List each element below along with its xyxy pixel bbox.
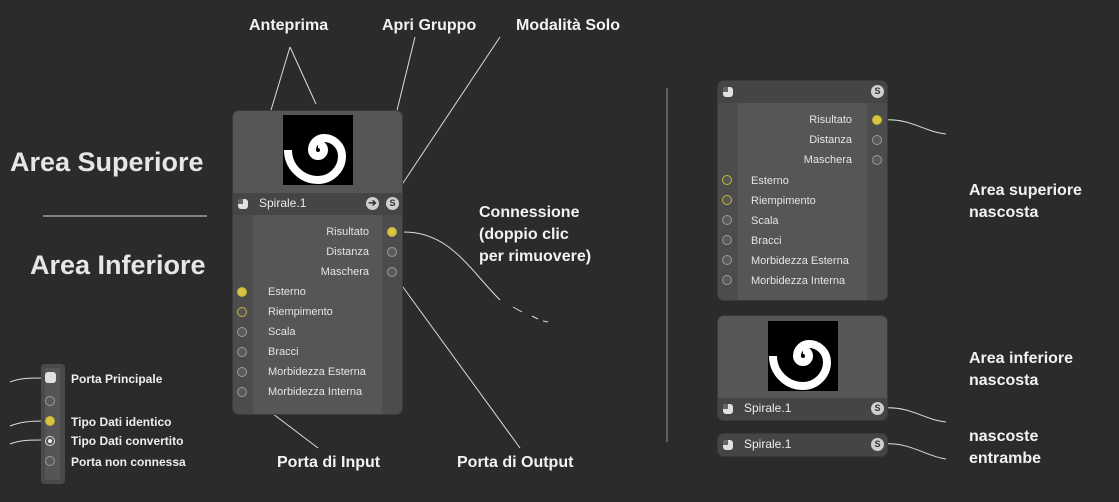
solo-mode-icon[interactable]: S [871,85,884,98]
node-top-hidden[interactable]: S Risultato Distanza Maschera Esterno Ri… [718,81,887,300]
spiral-icon [768,321,838,391]
input-port-esterno[interactable] [237,287,247,297]
callout-nascoste-entrambe: nascoste entrambe [969,426,1041,470]
callout-apri-gruppo: Apri Gruppo [382,17,477,34]
legend-label-tipo-convertito: Tipo Dati convertito [71,434,184,448]
node-both-hidden[interactable]: Spirale.1 S [718,434,887,456]
output-column [382,215,402,414]
input-label-morbidezza-esterna: Morbidezza Esterna [751,255,849,267]
input-port-morbidezza-interna[interactable] [237,387,247,397]
output-label-distanza: Distanza [326,246,369,258]
legend-label-non-connessa: Porta non connessa [71,455,186,469]
input-port-scala[interactable] [722,215,732,225]
legend-converted-dot [48,439,52,443]
spiral-preview[interactable] [283,115,353,185]
main-port-icon[interactable] [723,440,733,450]
legend-port-same-type [45,416,55,426]
output-label-maschera: Maschera [803,154,852,166]
input-label-esterno: Esterno [751,175,789,187]
input-label-riempimento: Riempimento [268,306,333,318]
input-port-riempimento[interactable] [722,195,732,205]
node-title: Spirale.1 [744,437,792,451]
callout-porta-input: Porta di Input [277,454,381,471]
input-label-morbidezza-esterna: Morbidezza Esterna [268,366,366,378]
input-label-riempimento: Riempimento [751,195,816,207]
output-label-risultato: Risultato [809,114,852,126]
input-port-morbidezza-interna[interactable] [722,275,732,285]
output-port-maschera[interactable] [872,155,882,165]
callout-connessione-line1: Connessione [479,204,580,221]
input-label-scala: Scala [751,215,779,227]
legend-label-porta-principale: Porta Principale [71,372,163,386]
solo-mode-icon[interactable]: S [871,402,884,415]
input-port-bracci[interactable] [237,347,247,357]
callout-connessione-line3: per rimuovere) [479,248,592,265]
input-port-riempimento[interactable] [237,307,247,317]
output-port-maschera[interactable] [387,267,397,277]
input-label-scala: Scala [268,326,296,338]
solo-mode-icon[interactable]: S [386,197,399,210]
input-port-scala[interactable] [237,327,247,337]
output-label-risultato: Risultato [326,226,369,238]
heading-area-inferiore: Area Inferiore [30,250,206,280]
callout-anteprima: Anteprima [249,17,329,34]
main-port-icon[interactable] [238,199,248,209]
callout-connessione-line2: (doppio clic [479,226,569,243]
callout-asn-line2: nascosta [969,204,1039,221]
legend-port-converted [45,436,55,446]
input-port-bracci[interactable] [722,235,732,245]
input-label-esterno: Esterno [268,286,306,298]
output-port-distanza[interactable] [387,247,397,257]
input-label-bracci: Bracci [751,235,782,247]
output-port-risultato[interactable] [387,227,397,237]
output-label-maschera: Maschera [320,266,369,278]
node-titlebar-compact[interactable]: S [718,81,887,103]
callout-area-inferiore-nascosta: Area inferiore nascosta [969,348,1073,392]
input-port-morbidezza-esterna[interactable] [237,367,247,377]
output-port-distanza[interactable] [872,135,882,145]
callout-porta-output: Porta di Output [457,454,574,471]
input-label-morbidezza-interna: Morbidezza Interna [751,275,846,287]
output-column [867,103,887,300]
input-port-morbidezza-esterna[interactable] [722,255,732,265]
node-title: Spirale.1 [744,401,792,415]
output-label-distanza: Distanza [809,134,852,146]
callout-area-superiore-nascosta: Area superiore nascosta [969,180,1082,224]
callout-ne-line2: entrambe [969,450,1042,467]
node-titlebar[interactable]: Spirale.1 S [718,398,887,420]
callout-asn-line1: Area superiore [969,182,1082,199]
callout-ain-line1: Area inferiore [969,350,1074,367]
node-bottom-hidden[interactable]: Spirale.1 S [718,316,887,420]
spiral-icon [283,115,353,185]
solo-mode-icon[interactable]: S [871,438,884,451]
node-titlebar[interactable]: Spirale.1 ➔ S [233,193,402,215]
node-title: Spirale.1 [259,196,307,210]
callout-modalita-solo: Modalità Solo [516,17,620,34]
main-port-icon[interactable] [723,404,733,414]
open-group-icon[interactable]: ➔ [366,197,379,210]
node-spirale-main[interactable]: Spirale.1 ➔ S Risultato Distanza Mascher… [233,111,402,414]
input-label-bracci: Bracci [268,346,299,358]
node-titlebar[interactable]: Spirale.1 S [718,434,887,456]
callout-connessione: Connessione (doppio clic per rimuovere) [479,202,591,268]
heading-area-superiore: Area Superiore [10,147,204,177]
input-port-esterno[interactable] [722,175,732,185]
legend-port-unconnected [45,456,55,466]
output-port-risultato[interactable] [872,115,882,125]
legend-main-port-icon [45,372,56,383]
callout-ne-line1: nascoste [969,428,1039,445]
main-port-icon[interactable] [723,87,733,97]
legend-port-empty [45,396,55,406]
spiral-preview[interactable] [768,321,838,391]
legend-label-tipo-identico: Tipo Dati identico [71,415,172,429]
input-label-morbidezza-interna: Morbidezza Interna [268,386,363,398]
callout-ain-line2: nascosta [969,372,1039,389]
